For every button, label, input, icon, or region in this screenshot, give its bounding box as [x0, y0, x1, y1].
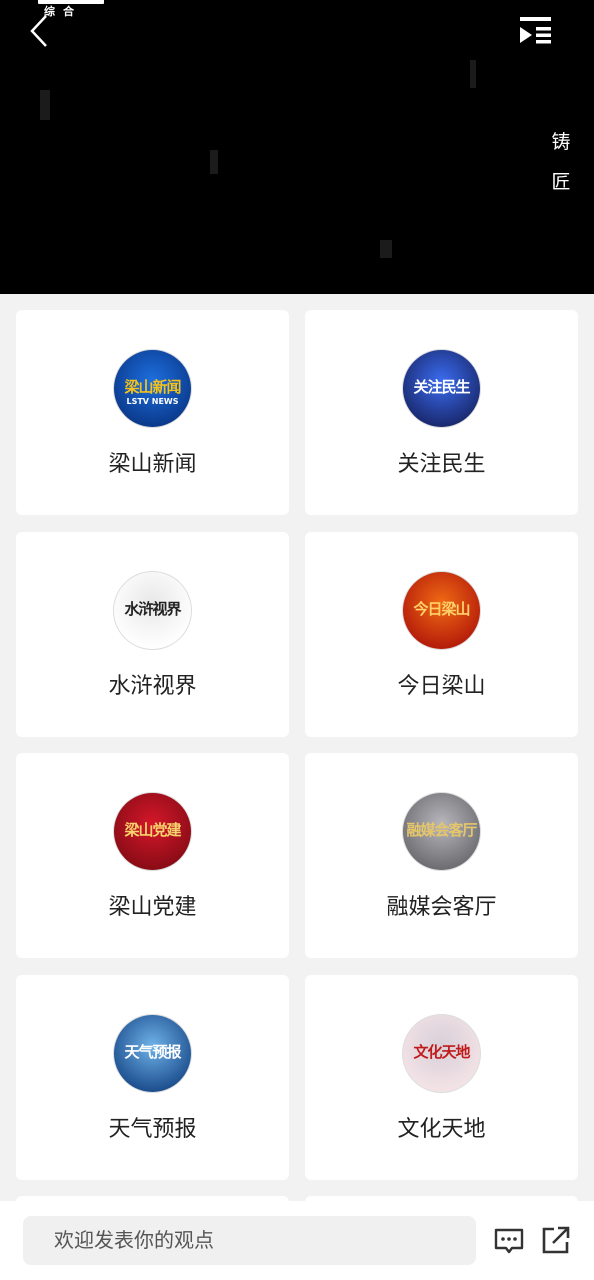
channel-thumbnail: 天气预报	[113, 1014, 192, 1093]
thumbnail-title: 水浒视界	[124, 600, 181, 618]
channel-thumbnail: 水浒视界	[113, 571, 192, 650]
thumbnail-title: 天气预报	[124, 1043, 181, 1061]
video-side-caption: 铸 匠	[548, 122, 574, 202]
channel-label: 文化天地	[397, 1117, 486, 1142]
chevron-left-icon	[30, 15, 47, 47]
share-icon	[542, 1226, 570, 1254]
thumbnail-title: 关注民生	[413, 378, 470, 396]
video-player[interactable]: 综合 铸 匠	[0, 0, 594, 294]
channel-label: 梁山党建	[108, 895, 197, 920]
share-button[interactable]	[540, 1224, 574, 1258]
playlist-icon	[520, 17, 551, 44]
playlist-button[interactable]	[512, 10, 560, 52]
comment-input[interactable]: 欢迎发表你的观点	[23, 1216, 476, 1265]
comment-bar: 欢迎发表你的观点	[0, 1201, 594, 1280]
channel-label: 关注民生	[397, 452, 486, 477]
thumbnail-title: 梁山党建	[124, 821, 181, 839]
channel-thumbnail: 今日梁山	[402, 571, 481, 650]
channel-thumbnail: 关注民生	[402, 349, 481, 428]
channel-thumbnail: 融媒会客厅	[402, 792, 481, 871]
channel-thumbnail: 梁山新闻 LSTV NEWS	[113, 349, 192, 428]
channel-label: 融媒会客厅	[386, 895, 497, 920]
channel-label: 今日梁山	[397, 674, 486, 699]
channel-label: 天气预报	[108, 1117, 197, 1142]
channel-card[interactable]: 水浒视界 水浒视界	[16, 532, 289, 737]
channel-card[interactable]: 文化天地 文化天地	[305, 975, 578, 1180]
side-caption-char: 匠	[551, 171, 571, 193]
channel-label: 水浒视界	[108, 674, 197, 699]
thumbnail-title: 梁山新闻	[124, 378, 181, 396]
thumbnail-title: 文化天地	[413, 1043, 470, 1061]
comment-icon	[494, 1228, 524, 1254]
channel-card[interactable]: 今日梁山 今日梁山	[305, 532, 578, 737]
channel-card[interactable]: 梁山新闻 LSTV NEWS 梁山新闻	[16, 310, 289, 515]
channel-label: 梁山新闻	[108, 452, 197, 477]
channel-thumbnail: 文化天地	[402, 1014, 481, 1093]
thumbnail-title: 融媒会客厅	[406, 821, 477, 839]
thumbnail-subtitle: LSTV NEWS	[126, 397, 179, 406]
back-button[interactable]	[22, 10, 62, 50]
side-caption-char: 铸	[551, 131, 571, 153]
channel-card[interactable]: 天气预报 天气预报	[16, 975, 289, 1180]
channel-card[interactable]: 关注民生 关注民生	[305, 310, 578, 515]
thumbnail-title: 今日梁山	[413, 600, 470, 618]
channel-card[interactable]: 融媒会客厅 融媒会客厅	[305, 753, 578, 958]
comments-button[interactable]	[493, 1225, 527, 1259]
channel-card[interactable]: 梁山党建 梁山党建	[16, 753, 289, 958]
channel-thumbnail: 梁山党建	[113, 792, 192, 871]
